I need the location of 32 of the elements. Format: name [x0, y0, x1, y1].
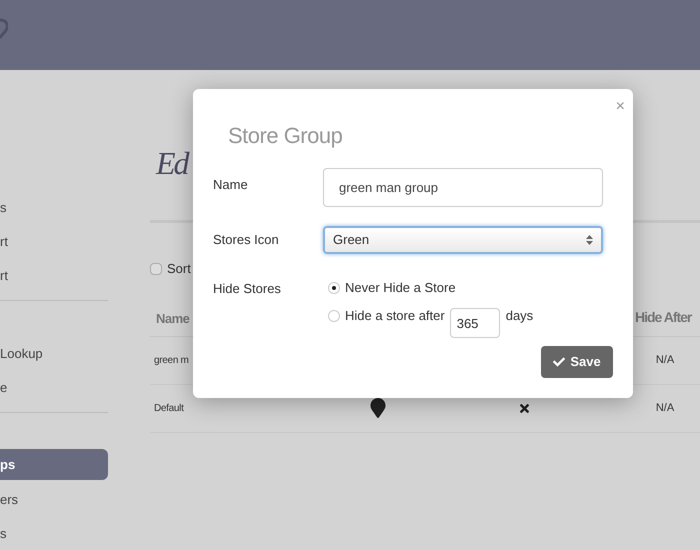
sidebar-item[interactable]: ers [0, 483, 108, 517]
sidebar-item[interactable]: rt [0, 225, 108, 259]
page-title: Ed [156, 144, 188, 183]
save-button[interactable]: Save [541, 346, 613, 378]
spinner-arrows-icon [586, 234, 593, 246]
radio-label: Hide a store after [345, 307, 445, 326]
sort-label: Sort [167, 260, 191, 278]
dialog-title: Store Group [228, 122, 344, 150]
check-icon [553, 356, 566, 368]
radio-button[interactable] [328, 310, 340, 322]
table-cell: Default [154, 402, 184, 414]
sidebar-item[interactable]: e [0, 371, 108, 405]
table-cell-text: N/A [654, 352, 676, 368]
sidebar-item[interactable]: s [0, 517, 108, 550]
field-label: Hide Stores [213, 280, 282, 298]
field-label: Stores Icon [213, 231, 280, 250]
sidebar-item[interactable]: rt [0, 259, 108, 293]
map-pin-icon [368, 398, 388, 418]
sort-checkbox[interactable] [150, 262, 162, 275]
sidebar-item[interactable]: Lookup [0, 337, 108, 371]
name-field[interactable]: green man group [323, 168, 603, 207]
sidebar-item[interactable]: ps [0, 449, 108, 480]
table-cell-text: N/A [654, 400, 676, 416]
radio-button[interactable] [328, 282, 340, 294]
sidebar-item[interactable]: s [0, 191, 108, 225]
icon-select[interactable]: Green [323, 226, 603, 254]
radio-label: Never Hide a Store [345, 279, 456, 298]
table-cell: green m [154, 354, 189, 366]
days-field[interactable]: 365 [450, 308, 500, 338]
field-label: Name [213, 176, 249, 194]
logo-icon [0, 18, 8, 40]
days-label: days [506, 307, 534, 326]
